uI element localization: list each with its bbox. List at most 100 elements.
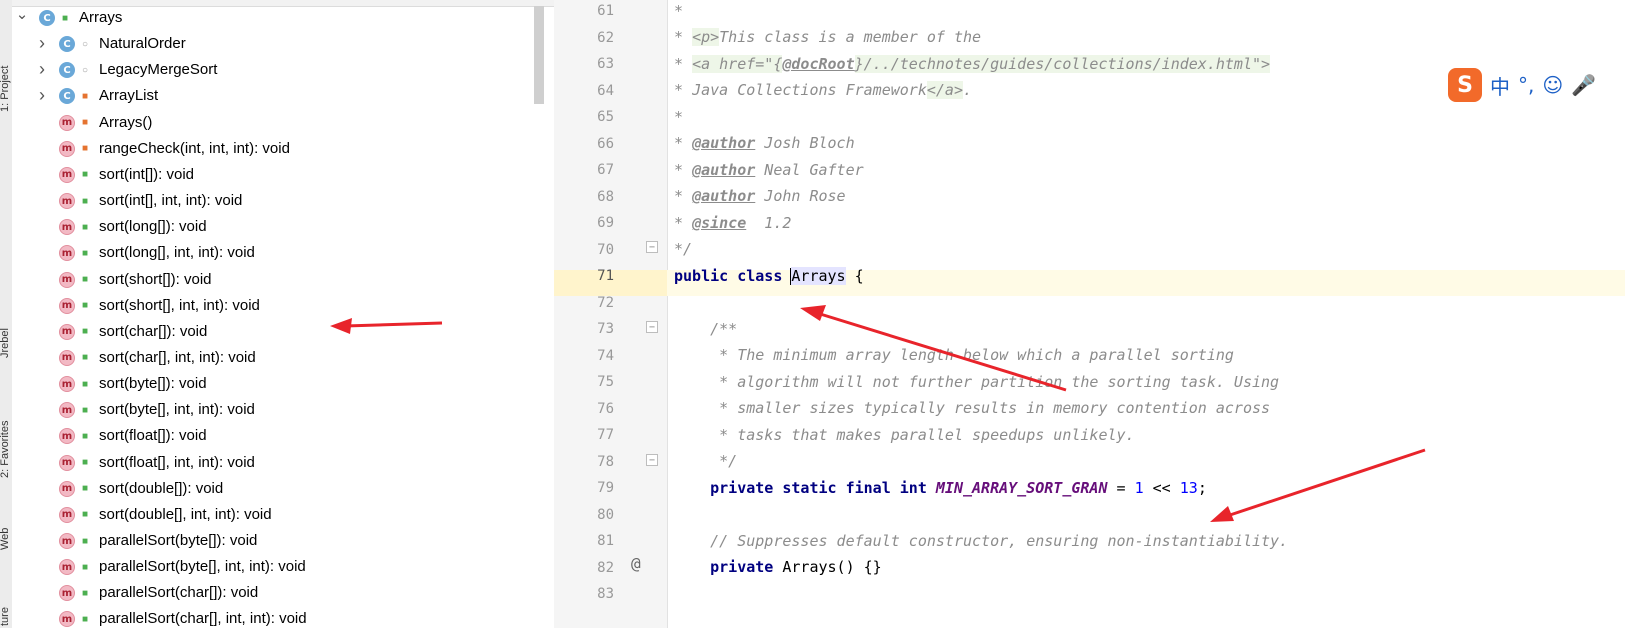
structure-item[interactable]: m ■ sort(double[]): void [12,476,542,502]
class-icon: C [59,36,75,53]
line-number: 65 [597,109,614,125]
structure-scrollbar[interactable] [534,6,544,104]
html-tag: <p> [692,28,720,46]
structure-item[interactable]: m ■ sort(char[]): void [12,319,542,345]
tool-tab-jrebel[interactable]: Jrebel [0,328,11,358]
structure-item[interactable]: m ■ Arrays() [12,110,542,136]
line-number: 64 [597,82,614,99]
structure-item[interactable]: m ■ sort(double[], int, int): void [12,502,542,528]
structure-item-label: LegacyMergeSort [99,61,218,79]
method-icon: m [59,219,75,236]
fold-marker-comment-end[interactable]: − [646,454,658,466]
structure-item-label: Arrays [79,9,123,26]
tool-tab-structure[interactable]: ture [0,607,11,626]
code-line-65: * [674,108,684,126]
code-line-63: * <a href="{@docRoot}/../technotes/guide… [674,55,1271,73]
structure-item[interactable]: m ■ sort(float[]): void [12,423,542,449]
structure-item-label: sort(char[], int, int): void [99,348,256,366]
chevron-down-icon[interactable]: ⌄ [15,6,29,23]
structure-item[interactable]: m ■ sort(long[]): void [12,214,542,240]
override-marker-icon[interactable]: @ [631,554,641,573]
ime-logo-icon[interactable]: S [1448,68,1482,102]
structure-item[interactable]: m ■ sort(byte[], int, int): void [12,397,542,423]
line-number: 66 [597,135,614,152]
public-visibility-icon: ■ [81,587,89,599]
public-visibility-icon: ■ [81,378,89,390]
code-line-75: * algorithm will not further partition t… [674,373,1280,391]
structure-item[interactable]: m ■ sort(int[]): void [12,162,542,188]
structure-item[interactable]: m ■ parallelSort(char[]): void [12,580,542,606]
public-visibility-icon: ■ [81,430,89,442]
structure-item[interactable]: m ■ parallelSort(byte[]): void [12,528,542,554]
structure-item-label: sort(short[]): void [99,270,212,288]
structure-item[interactable]: m ■ sort(long[], int, int): void [12,240,542,266]
public-visibility-icon: ■ [81,169,89,181]
code-line-66: * @author Josh Bloch [674,134,855,152]
lock-icon: ■ [81,143,89,155]
chevron-right-icon[interactable]: › [35,33,49,53]
line-number: 71 [597,268,614,284]
structure-item-label: sort(float[], int, int): void [99,453,255,471]
structure-item-label: sort(long[]): void [99,218,207,236]
structure-item[interactable]: › C ■ ArrayList [12,83,542,109]
public-visibility-icon: ■ [81,561,89,573]
structure-item[interactable]: m ■ sort(char[], int, int): void [12,345,542,371]
structure-item[interactable]: m ■ sort(short[], int, int): void [12,293,542,319]
structure-item-label: sort(short[], int, int): void [99,296,260,314]
method-icon: m [59,559,75,576]
method-icon: m [59,506,75,523]
code-line-69: * @since 1.2 [674,214,792,232]
structure-item[interactable]: m ■ sort(int[], int, int): void [12,188,542,214]
package-visibility-icon: ○ [81,38,89,50]
public-visibility-icon: ■ [81,326,89,338]
chevron-right-icon[interactable]: › [35,59,49,79]
ime-chinese-mode[interactable]: 中 [1490,71,1510,100]
class-icon: C [59,62,75,79]
structure-item[interactable]: › C ○ LegacyMergeSort [12,57,542,83]
structure-item[interactable]: m ■ rangeCheck(int, int, int): void [12,136,542,162]
line-number: 72 [597,294,614,311]
line-number: 70 [597,241,614,258]
ime-punctuation-icon[interactable]: °, [1518,73,1534,97]
structure-item[interactable]: ⌄ C ■ Arrays [12,5,542,31]
public-visibility-icon: ■ [81,509,89,521]
line-number: 74 [597,347,614,364]
line-number: 81 [597,533,614,549]
structure-item[interactable]: m ■ parallelSort(byte[], int, int): void [12,554,542,580]
structure-panel: ⌄ C ■ Arrays › C ○ NaturalOrder › C ○ LegacyMergeSo… [12,0,554,628]
ime-toolbar[interactable]: S 中 °, ☺ 🎤 [1448,67,1625,103]
method-icon: m [59,271,75,288]
structure-item-label: rangeCheck(int, int, int): void [99,139,290,157]
code-line-78: */ [674,452,738,470]
tool-tab-web[interactable]: Web [0,528,11,550]
tool-tab-favorites[interactable]: 2: Favorites [0,421,11,478]
method-icon: m [59,428,75,445]
tool-tab-project[interactable]: 1: Project [0,66,11,112]
line-number: 83 [597,586,614,602]
code-line-73: /** [674,320,738,338]
structure-item[interactable]: m ■ parallelSort(char[], int, int): void [12,606,542,628]
code-line-81: // Suppresses default constructor, ensur… [674,532,1289,550]
ime-microphone-icon[interactable]: 🎤 [1571,73,1596,97]
fold-marker-comment-start[interactable]: − [646,321,658,333]
structure-item[interactable]: m ■ sort(byte[]): void [12,371,542,397]
method-icon: m [59,297,75,314]
method-icon: m [59,193,75,210]
structure-item-label: parallelSort(char[], int, int): void [99,610,307,628]
public-visibility-icon: ■ [81,247,89,259]
code-line-64: * Java Collections Framework</a>. [674,81,973,99]
structure-item[interactable]: m ■ sort(short[]): void [12,267,542,293]
structure-item[interactable]: m ■ sort(float[], int, int): void [12,450,542,476]
structure-item-label: parallelSort(char[]): void [99,584,259,602]
structure-item[interactable]: › C ○ NaturalOrder [12,31,542,57]
ime-emoji-icon[interactable]: ☺ [1542,73,1563,97]
line-number: 76 [597,400,614,417]
public-visibility-icon: ■ [61,12,69,24]
fold-marker-javadoc-end[interactable]: − [646,241,658,253]
public-visibility-icon: ■ [81,274,89,285]
class-icon: C [39,10,55,26]
structure-item-label: parallelSort(byte[]): void [99,532,258,549]
structure-item-label: parallelSort(byte[], int, int): void [99,558,306,576]
code-line-61: * [674,2,684,20]
chevron-right-icon[interactable]: › [35,85,49,105]
